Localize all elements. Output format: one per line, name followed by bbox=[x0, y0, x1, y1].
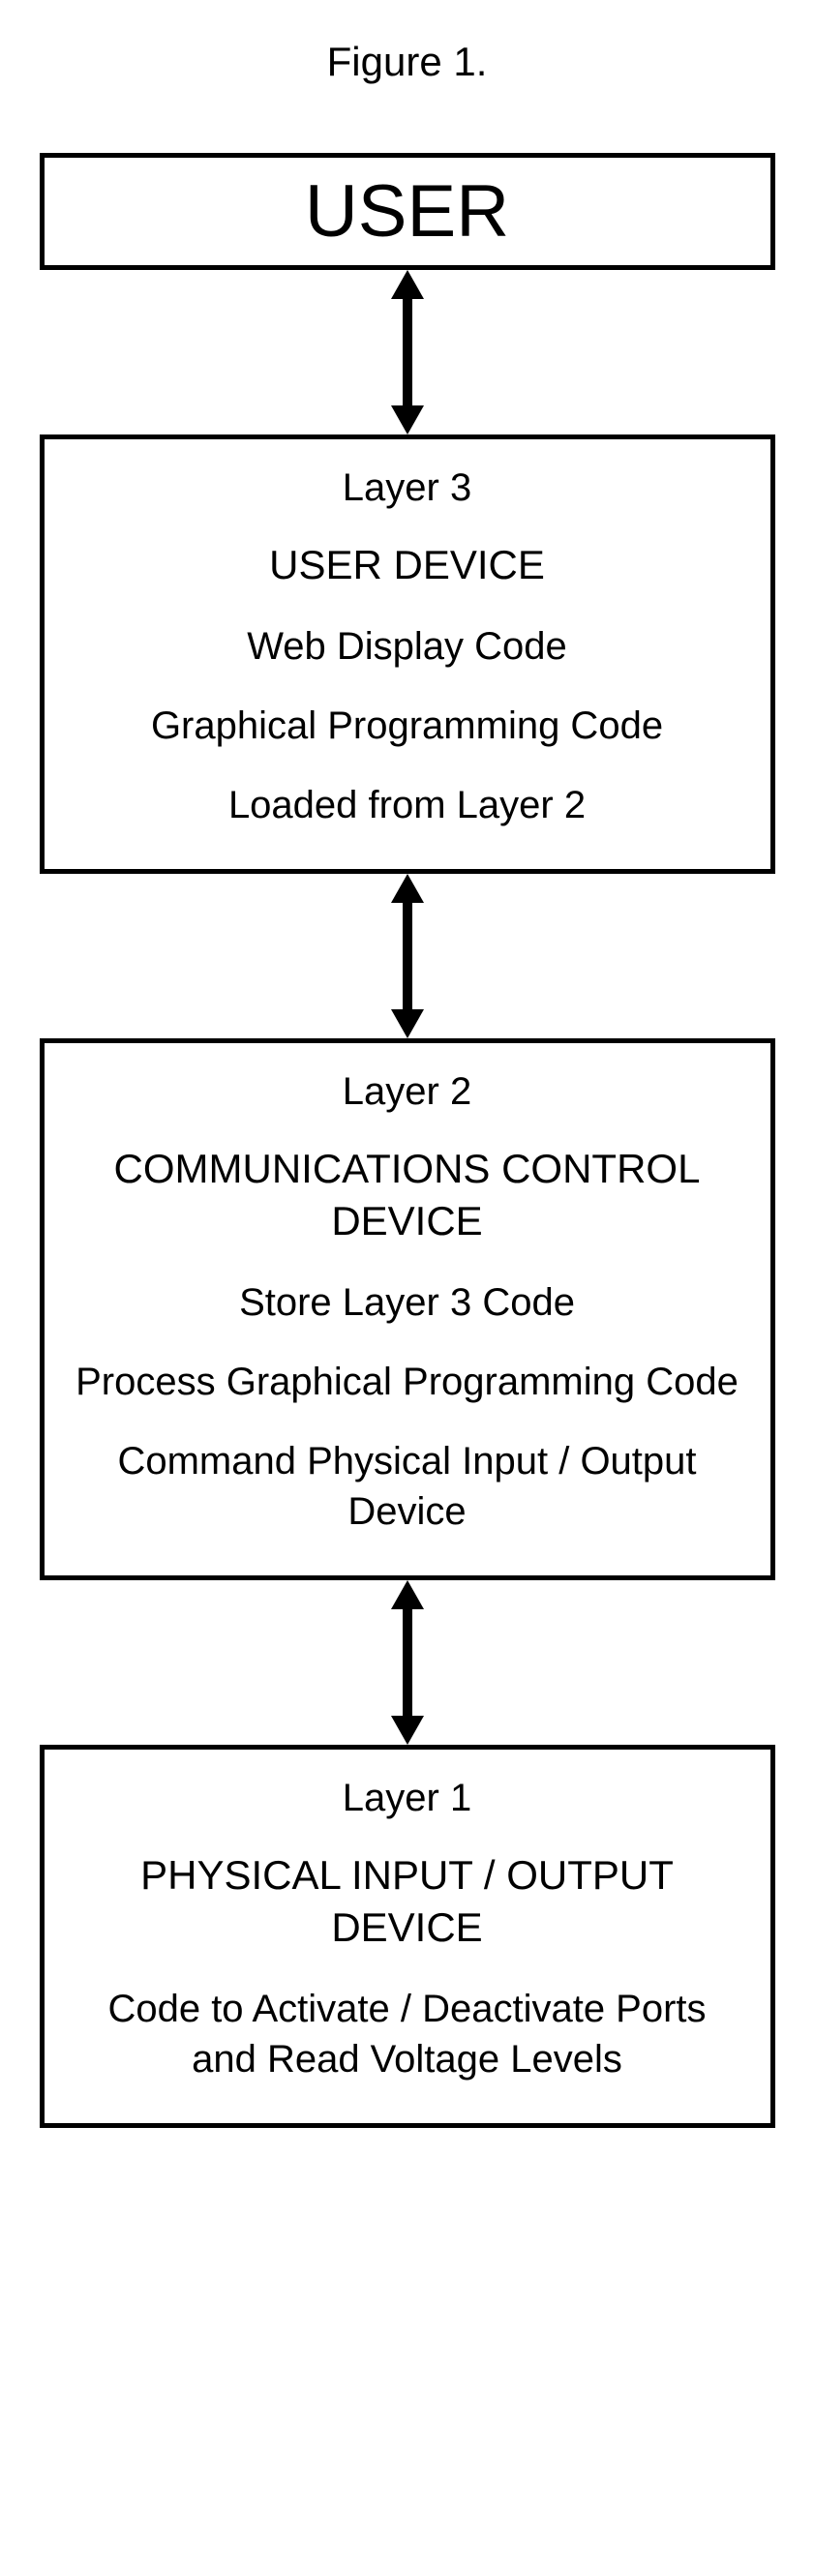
layer3-header: Layer 3 bbox=[74, 466, 741, 510]
layer3-line: Graphical Programming Code bbox=[74, 701, 741, 751]
layer2-title: COMMUNICATIONS CONTROL DEVICE bbox=[74, 1143, 741, 1248]
layer3-line: Loaded from Layer 2 bbox=[74, 780, 741, 830]
layer1-title: PHYSICAL INPUT / OUTPUT DEVICE bbox=[74, 1849, 741, 1955]
layer1-box: Layer 1 PHYSICAL INPUT / OUTPUT DEVICE C… bbox=[40, 1745, 775, 2128]
arrow-user-layer3 bbox=[383, 270, 432, 434]
user-box: USER bbox=[40, 153, 775, 270]
arrow-layer2-layer1 bbox=[383, 1580, 432, 1745]
figure-title: Figure 1. bbox=[327, 39, 488, 85]
layer3-box: Layer 3 USER DEVICE Web Display Code Gra… bbox=[40, 434, 775, 874]
arrow-layer3-layer2 bbox=[383, 874, 432, 1038]
user-label: USER bbox=[64, 169, 751, 254]
layer1-line: Code to Activate / Deactivate Ports and … bbox=[74, 1984, 741, 2084]
layer2-line: Command Physical Input / Output Device bbox=[74, 1436, 741, 1537]
layer2-line: Store Layer 3 Code bbox=[74, 1277, 741, 1328]
layer3-title: USER DEVICE bbox=[74, 539, 741, 592]
layer2-header: Layer 2 bbox=[74, 1070, 741, 1114]
layer1-header: Layer 1 bbox=[74, 1777, 741, 1820]
layer3-line: Web Display Code bbox=[74, 621, 741, 672]
layer2-box: Layer 2 COMMUNICATIONS CONTROL DEVICE St… bbox=[40, 1038, 775, 1580]
layer2-line: Process Graphical Programming Code bbox=[74, 1357, 741, 1407]
